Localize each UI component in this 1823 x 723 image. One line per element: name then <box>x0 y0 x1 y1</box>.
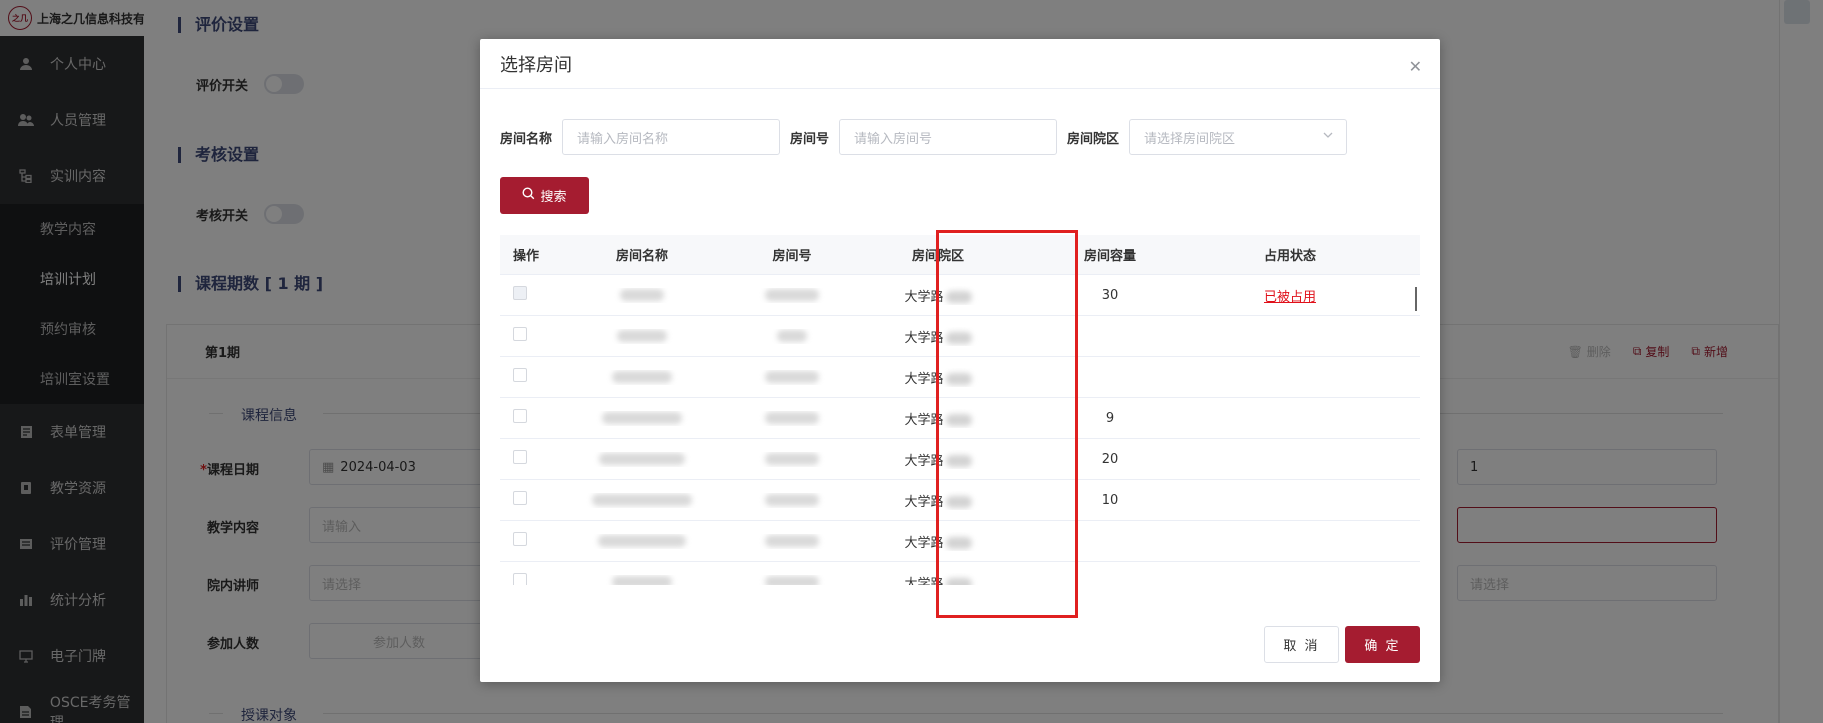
redacted-room-name <box>620 289 664 301</box>
confirm-button[interactable]: 确 定 <box>1345 626 1420 663</box>
redacted-room-name <box>617 330 667 342</box>
search-button[interactable]: 搜索 <box>500 177 589 214</box>
room-campus-label: 房间院区 <box>1067 131 1120 147</box>
redacted-room-name <box>612 371 672 383</box>
table-scrollbar[interactable] <box>1415 287 1417 311</box>
redacted-room-number <box>765 494 819 506</box>
row-checkbox[interactable] <box>513 327 527 341</box>
room-name-label: 房间名称 <box>500 131 553 147</box>
redacted-room-number <box>765 535 819 547</box>
room-campus-select[interactable]: 请选择房间院区 <box>1129 119 1348 155</box>
room-number-label: 房间号 <box>790 131 830 147</box>
cancel-button[interactable]: 取 消 <box>1264 626 1339 663</box>
col-occupancy: 占用状态 <box>1263 249 1316 264</box>
redacted-room-number <box>777 330 807 342</box>
col-action: 操作 <box>513 249 540 264</box>
campus-column-highlight <box>936 230 1078 618</box>
search-icon <box>522 187 535 204</box>
redacted-room-number <box>765 453 819 465</box>
row-checkbox[interactable] <box>513 573 527 585</box>
col-room-name: 房间名称 <box>615 249 668 264</box>
redacted-room-name <box>592 494 692 506</box>
redacted-room-number <box>765 412 819 424</box>
dialog-title: 选择房间 <box>480 39 1440 89</box>
row-checkbox[interactable] <box>513 491 527 505</box>
chevron-down-icon <box>1322 129 1334 144</box>
redacted-room-number <box>765 576 819 585</box>
row-checkbox[interactable] <box>513 450 527 464</box>
close-icon[interactable]: ✕ <box>1409 59 1422 75</box>
redacted-room-name <box>602 412 682 424</box>
redacted-room-name <box>599 453 685 465</box>
col-room-number: 房间号 <box>772 249 812 264</box>
row-checkbox[interactable] <box>513 532 527 546</box>
row-checkbox[interactable] <box>513 409 527 423</box>
room-name-input[interactable]: 请输入房间名称 <box>562 119 781 155</box>
row-checkbox[interactable] <box>513 368 527 382</box>
redacted-room-name <box>598 535 686 547</box>
filter-bar: 房间名称 请输入房间名称 房间号 请输入房间号 房间院区 请选择房间院区 <box>500 119 1357 155</box>
occupied-status-link[interactable]: 已被占用 <box>1264 290 1316 305</box>
redacted-room-number <box>765 371 819 383</box>
room-number-input[interactable]: 请输入房间号 <box>839 119 1058 155</box>
select-room-dialog: 选择房间 ✕ 房间名称 请输入房间名称 房间号 请输入房间号 房间院区 请选择房… <box>480 39 1440 682</box>
row-checkbox <box>513 286 527 300</box>
redacted-room-number <box>765 289 819 301</box>
redacted-room-name <box>612 576 672 585</box>
